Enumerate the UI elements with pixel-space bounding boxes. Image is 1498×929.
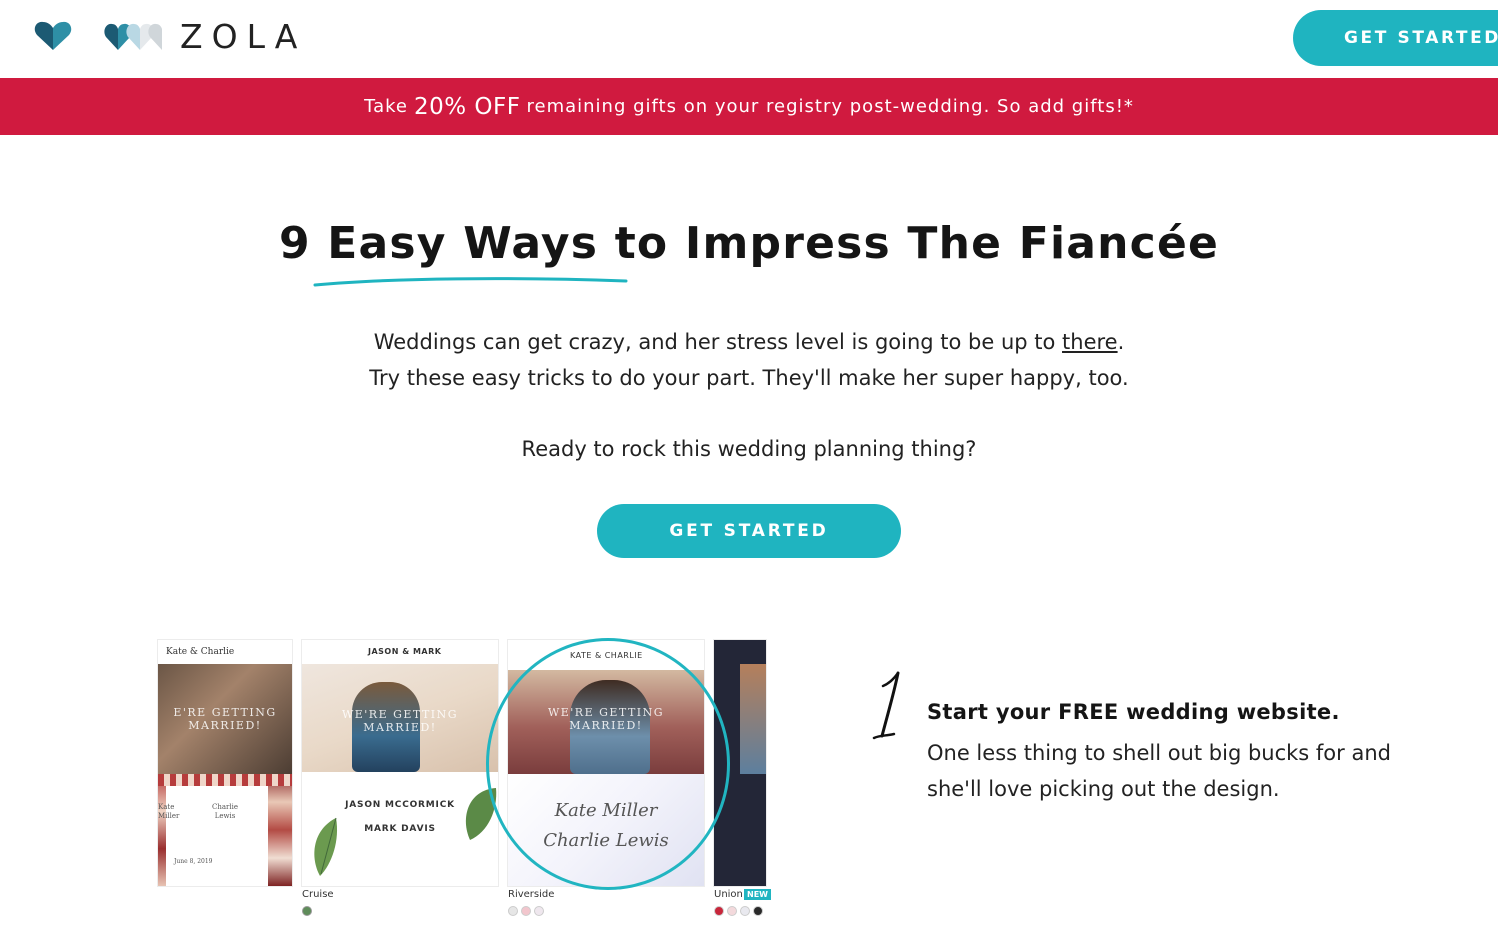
overlay-text: E'RE GETTING MARRIED! (173, 706, 277, 732)
color-swatch[interactable] (302, 906, 312, 916)
couple-photo: WE'RE GETTING MARRIED! (302, 664, 498, 772)
color-swatches (714, 906, 763, 916)
hero-get-started-button[interactable]: GET STARTED (597, 504, 901, 558)
color-swatch[interactable] (521, 906, 531, 916)
website-templates-image: Kate & Charlie E'RE GETTING MARRIED! Kat… (158, 636, 771, 926)
color-swatch[interactable] (508, 906, 518, 916)
top-navigation-bar: ZOLA GET STARTED (0, 0, 1498, 78)
zola-logo[interactable]: ZOLA (104, 16, 307, 56)
template-name-riverside: Riverside (508, 889, 555, 900)
color-swatches (302, 906, 312, 916)
promo-highlight: 20% OFF (413, 93, 521, 120)
there-link[interactable]: there (1062, 330, 1118, 354)
couple-photo (740, 664, 766, 774)
color-swatch[interactable] (727, 906, 737, 916)
hero-intro-line-2: Try these easy tricks to do your part. T… (369, 366, 1129, 390)
name-right: Charlie Lewis (212, 803, 239, 820)
leaf-icon (314, 817, 338, 876)
floral-border (158, 774, 166, 886)
zola-hearts-logo-icon (104, 23, 162, 50)
hero-intro-period: . (1117, 330, 1125, 354)
title-underline-stroke (313, 277, 628, 287)
overlay-text: WE'RE GETTING MARRIED! (341, 708, 459, 734)
promo-banner[interactable]: Take 20% OFF remaining gifts on your reg… (0, 78, 1498, 135)
brand-name: ZOLA (180, 16, 307, 56)
template-name-cruise: Cruise (302, 889, 334, 900)
floral-border (268, 774, 292, 886)
page-title: 9 Easy Ways to Impress The Fiancée (278, 218, 1220, 269)
template-card-cruise: JASON & MARK WE'RE GETTING MARRIED! JASO… (302, 640, 498, 886)
template-header: JASON & MARK (368, 647, 442, 656)
template-header: Kate & Charlie (166, 647, 235, 657)
promo-prefix: Take (364, 96, 408, 117)
color-swatch[interactable] (714, 906, 724, 916)
couple-photo: E'RE GETTING MARRIED! (158, 664, 292, 774)
color-swatch[interactable] (740, 906, 750, 916)
hero-intro-text: Weddings can get crazy, and her stress l… (373, 330, 1063, 354)
name-left: Kate Miller (158, 803, 180, 820)
hero-intro-line-1: Weddings can get crazy, and her stress l… (0, 330, 1498, 354)
header-get-started-button[interactable]: GET STARTED (1293, 10, 1498, 66)
highlight-circle (486, 638, 730, 890)
color-swatch[interactable] (753, 906, 763, 916)
new-badge: NEW (744, 889, 771, 900)
zola-heart-icon[interactable] (33, 20, 73, 52)
color-swatches (508, 906, 544, 916)
step-1-body: One less thing to shell out big bucks fo… (927, 741, 1391, 801)
template-card-kate-charlie: Kate & Charlie E'RE GETTING MARRIED! Kat… (158, 640, 292, 886)
promo-suffix: remaining gifts on your registry post-we… (526, 96, 1134, 117)
color-swatch[interactable] (534, 906, 544, 916)
step-1-title: Start your FREE wedding website. (927, 700, 1340, 724)
hero-question: Ready to rock this wedding planning thin… (521, 437, 977, 461)
template-name-union: Union (714, 889, 743, 900)
floral-band (158, 774, 292, 786)
handwritten-numeral-1 (872, 671, 900, 740)
wedding-date: June 8, 2019 (174, 858, 213, 865)
